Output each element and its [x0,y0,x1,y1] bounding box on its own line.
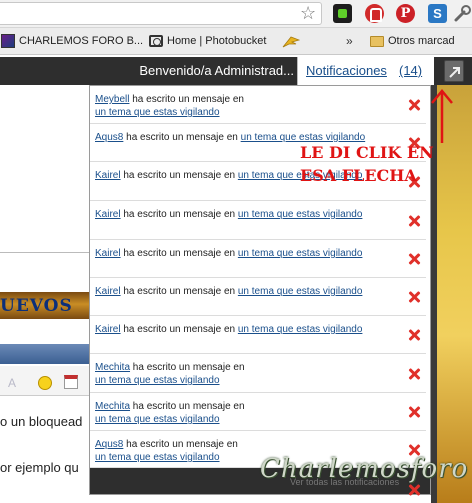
notification-item[interactable]: Kairel ha escrito un mensaje en un tema … [90,278,426,316]
watermark: Charlemosforo [260,454,469,484]
notification-user-link[interactable]: Kairel [95,286,121,297]
delete-notification-icon[interactable] [408,484,420,496]
arrow-up-right-icon [449,67,460,78]
notification-item[interactable]: Mechita ha escrito un mensaje en un tema … [90,354,426,393]
delete-notification-icon[interactable] [408,329,420,341]
banner-text: UEVOS [0,296,73,316]
notification-user-link[interactable]: Kairel [95,170,121,181]
notifications-link[interactable]: Notificaciones [306,63,387,78]
extension-s-icon[interactable]: S [428,4,447,23]
bookmark-folder-other[interactable]: Otros marcad [370,28,455,55]
forum-favicon-icon [1,34,15,49]
delete-notification-icon[interactable] [408,291,420,303]
annotation-text: LE DI CLIK EN ESA FLECHA [300,143,434,185]
notification-user-link[interactable]: Mechita [95,362,130,373]
wrench-icon[interactable] [452,4,472,24]
notifications-toggle-button[interactable] [444,60,464,82]
delete-notification-icon[interactable] [408,215,420,227]
calendar-icon[interactable] [64,375,78,389]
adblock-icon[interactable] [365,4,384,23]
bookmark-charlemos-foro[interactable]: CHARLEMOS FORO B... [1,28,143,55]
extension-green-icon[interactable] [333,4,352,23]
notification-user-link[interactable]: Kairel [95,209,121,220]
notification-action: ha escrito un mensaje en [130,362,245,373]
welcome-text: Benvenido/a Administrad... [139,63,294,78]
annotation-arrow-icon [431,89,453,143]
notification-user-link[interactable]: Aqus8 [95,132,123,143]
notification-user-link[interactable]: Kairel [95,324,121,335]
divider [0,252,90,253]
notification-item[interactable]: Kairel ha escrito un mensaje en un tema … [90,201,426,240]
smiley-icon[interactable] [38,376,52,390]
notifications-tab[interactable]: Notificaciones (14) [297,57,434,85]
delete-notification-icon[interactable] [408,253,420,265]
notification-text: Kairel ha escrito un mensaje en un tema … [95,247,362,260]
notification-topic-link[interactable]: un tema que estas vigilando [95,414,220,425]
notification-text: Aqus8 ha escrito un mensaje en un tema qu… [95,438,238,464]
pinterest-icon[interactable]: P [396,4,415,23]
notification-item[interactable]: Kairel ha escrito un mensaje en un tema … [90,316,426,354]
wing-bookmark-icon[interactable] [282,35,300,48]
notification-text: Meybell ha escrito un mensaje en un tema … [95,93,244,119]
address-bar[interactable] [0,2,322,25]
notification-action: ha escrito un mensaje en [123,132,241,143]
address-toolbar: ☆ P S [0,0,472,28]
bookmarks-bar: CHARLEMOS FORO B... Home | Photobucket »… [0,28,472,55]
notification-text: Mechita ha escrito un mensaje en un tema … [95,361,245,387]
delete-notification-icon[interactable] [408,99,420,111]
camera-icon [149,35,163,48]
bookmarks-overflow-button[interactable]: » [346,28,353,55]
notification-topic-link[interactable]: un tema que estas vigilando [95,107,220,118]
notification-user-link[interactable]: Aqus8 [95,439,123,450]
notification-action: ha escrito un mensaje en [120,170,238,181]
notification-user-link[interactable]: Mechita [95,401,130,412]
notification-item[interactable]: Meybell ha escrito un mensaje en un tema … [90,86,426,124]
notification-topic-link[interactable]: un tema que estas vigilando [238,248,363,259]
notification-action: ha escrito un mensaje en [123,439,238,450]
notification-topic-link[interactable]: un tema que estas vigilando [238,209,363,220]
notification-action: ha escrito un mensaje en [130,401,245,412]
delete-notification-icon[interactable] [408,406,420,418]
bookmark-star-icon[interactable]: ☆ [300,3,316,23]
notification-user-link[interactable]: Kairel [95,248,121,259]
post-text-line: or ejemplo qu [0,460,79,475]
notification-user-link[interactable]: Meybell [95,94,129,105]
forum-header-bar [0,344,90,364]
notification-topic-link[interactable]: un tema que estas vigilando [238,324,363,335]
notification-text: Mechita ha escrito un mensaje en un tema … [95,400,245,426]
notification-text: Kairel ha escrito un mensaje en un tema … [95,323,362,336]
notification-action: ha escrito un mensaje en [120,286,238,297]
font-color-icon[interactable]: A [8,376,16,390]
notification-text: Kairel ha escrito un mensaje en un tema … [95,208,362,221]
notification-action: ha escrito un mensaje en [120,324,238,335]
close-icon [408,484,420,496]
notification-topic-link[interactable]: un tema que estas vigilando [95,452,220,463]
notification-action: ha escrito un mensaje en [129,94,244,105]
page-background [0,55,90,503]
post-text-line: o un bloquead [0,414,83,429]
notification-topic-link[interactable]: un tema que estas vigilando [238,286,363,297]
folder-icon [370,35,384,47]
notification-action: ha escrito un mensaje en [120,248,238,259]
notification-action: ha escrito un mensaje en [120,209,238,220]
bookmark-photobucket[interactable]: Home | Photobucket [149,28,266,55]
notification-item[interactable]: Mechita ha escrito un mensaje en un tema … [90,393,426,431]
notification-topic-link[interactable]: un tema que estas vigilando [95,375,220,386]
forum-side-image [431,85,472,503]
notification-item[interactable]: Kairel ha escrito un mensaje en un tema … [90,240,426,278]
notifications-count[interactable]: (14) [399,63,422,78]
notification-text: Kairel ha escrito un mensaje en un tema … [95,285,362,298]
delete-notification-icon[interactable] [408,368,420,380]
